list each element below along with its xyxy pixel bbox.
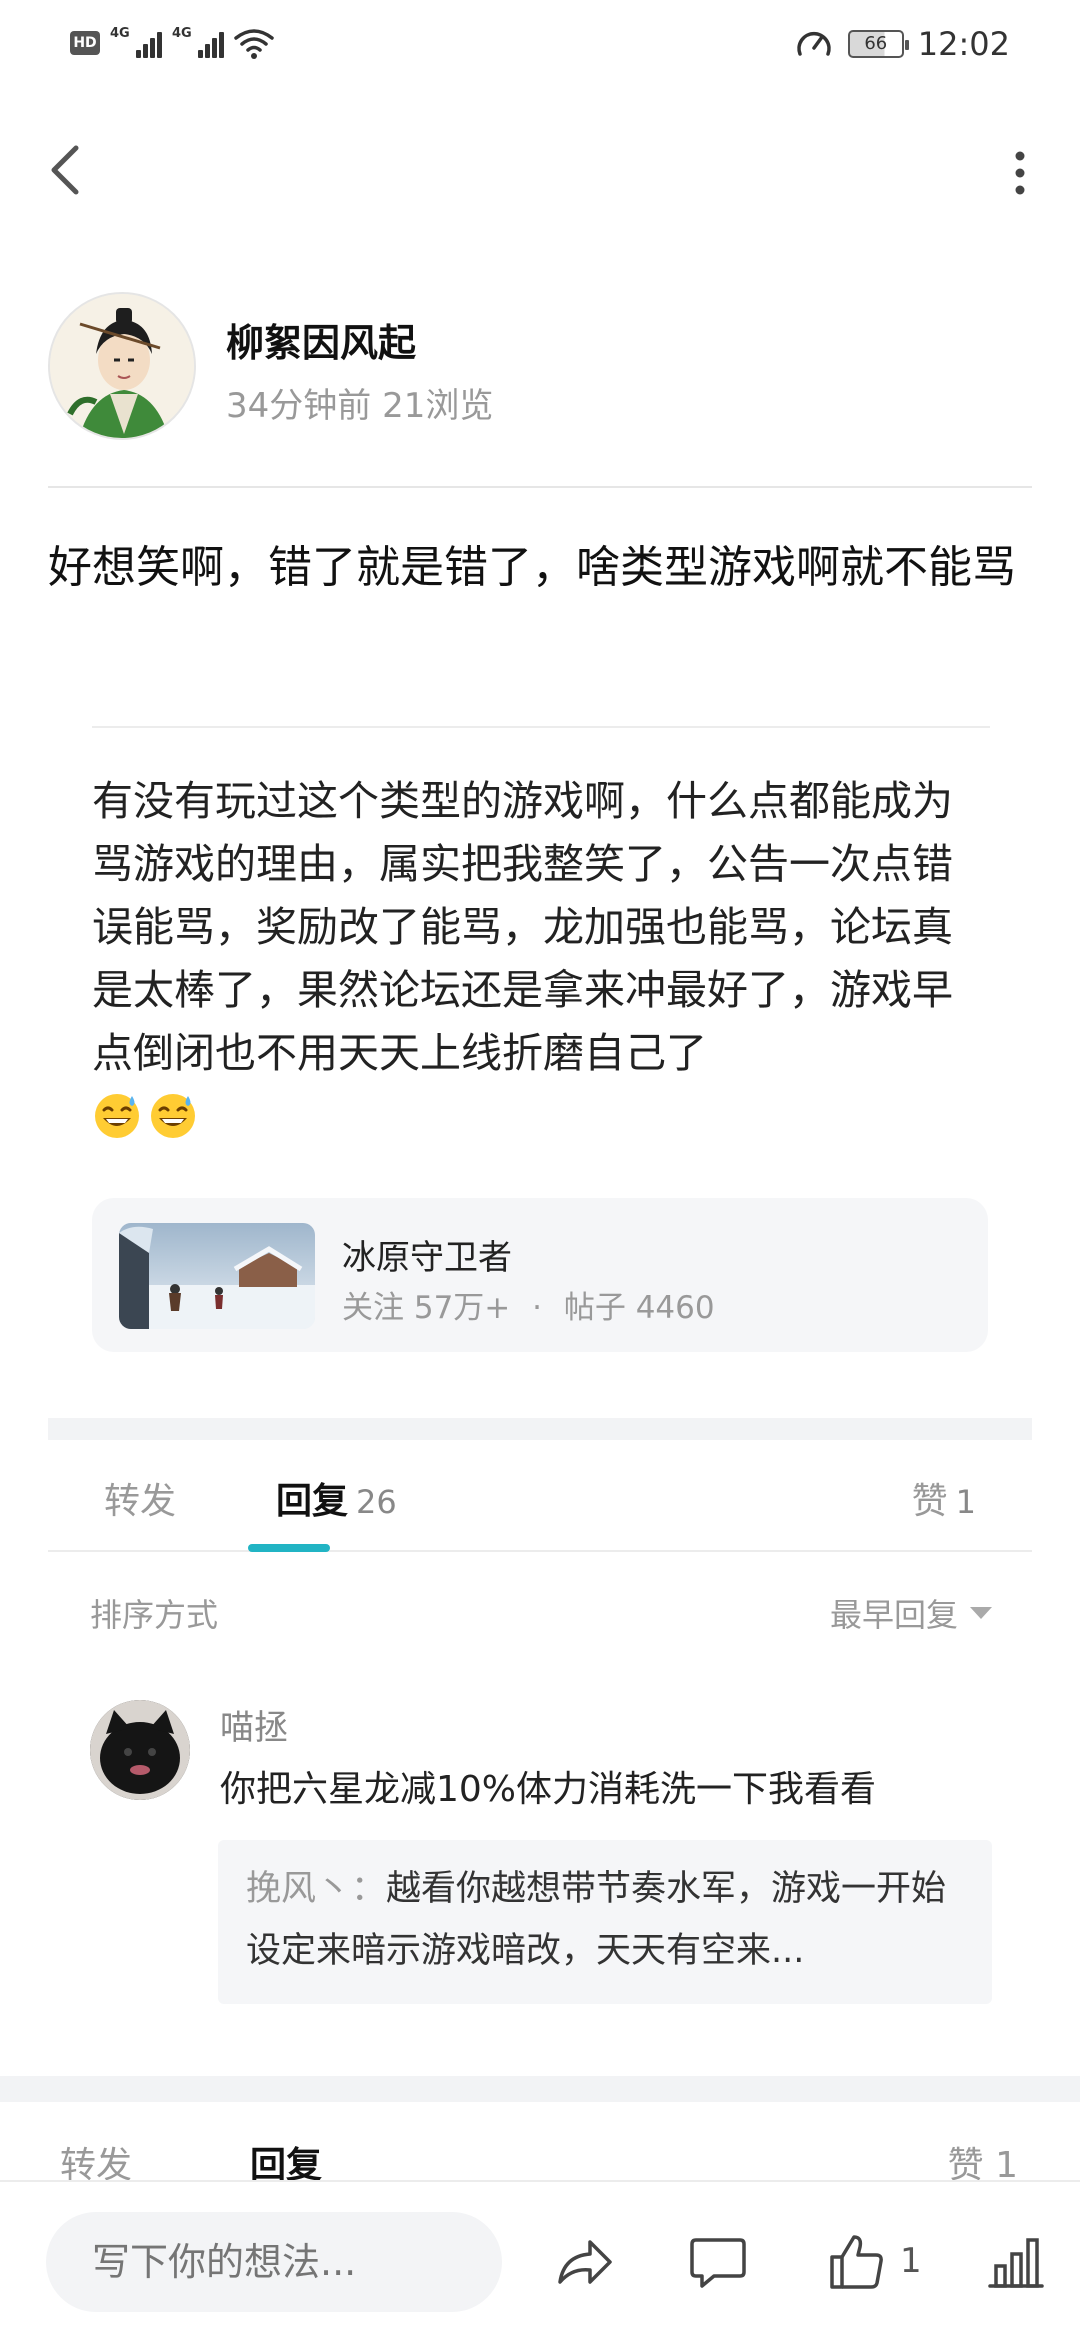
- game-name: 冰原守卫者: [342, 1238, 512, 1278]
- post-time: 34分钟前: [226, 386, 372, 426]
- share-icon[interactable]: [554, 2232, 614, 2292]
- sort-selected: 最早回复: [829, 1596, 958, 1634]
- bar-chart-icon[interactable]: [986, 2232, 1046, 2292]
- signal-sim2-icon: 4G: [172, 26, 224, 58]
- post-views: 21浏览: [382, 386, 494, 426]
- network-type-label: 4G: [110, 26, 130, 41]
- post-meta: 34分钟前 21浏览: [226, 378, 493, 427]
- author-name[interactable]: 柳絮因风起: [226, 312, 416, 367]
- tab-like-label: 赞: [911, 1481, 948, 1522]
- game-thumbnail: [119, 1223, 315, 1329]
- game-followers: 关注 57万+: [342, 1290, 511, 1326]
- top-bar: [0, 130, 1080, 210]
- tab-like[interactable]: 赞1: [912, 1472, 976, 1524]
- tab-reply-count: 26: [356, 1483, 397, 1521]
- network-type-label: 4G: [172, 26, 192, 41]
- author-avatar[interactable]: [48, 292, 196, 440]
- sort-bar: 排序方式 最早回复: [48, 1584, 1032, 1644]
- reply-author: 挽风丶：: [246, 1869, 387, 1909]
- stats-separator: ·: [532, 1290, 542, 1326]
- like-count: 1: [900, 2241, 922, 2281]
- comment-icon[interactable]: [688, 2232, 748, 2292]
- post-body: 有没有玩过这个类型的游戏啊，什么点都能成为骂游戏的理由，属实把我整笑了，公告一次…: [92, 770, 992, 1148]
- tab-reply[interactable]: 回复 26: [276, 1472, 397, 1524]
- nested-reply-preview[interactable]: 挽风丶：越看你越想带节奏水军，游戏一开始设定来暗示游戏暗改，天天有空来...: [218, 1840, 992, 2004]
- tab-reply-label: 回复: [276, 1481, 349, 1522]
- status-right: 66 12:02: [794, 24, 1010, 64]
- post-title: 好想笑啊，错了就是错了，啥类型游戏啊就不能骂: [48, 542, 1016, 593]
- active-tab-indicator: [248, 1544, 330, 1552]
- game-card[interactable]: 冰原守卫者 关注 57万+ · 帖子 4460: [92, 1198, 988, 1352]
- status-bar: HD 4G 4G 66 12:02: [0, 0, 1080, 90]
- thumbs-up-icon: [830, 2235, 883, 2289]
- caret-down-icon: [970, 1607, 992, 1619]
- section-separator: [48, 1418, 1032, 1440]
- clock: 12:02: [917, 25, 1010, 63]
- wifi-icon: [234, 29, 274, 59]
- author-header: 柳絮因风起 34分钟前 21浏览: [48, 292, 1038, 442]
- post-body-text: 有没有玩过这个类型的游戏啊，什么点都能成为骂游戏的理由，属实把我整笑了，公告一次…: [92, 777, 953, 1077]
- sort-dropdown[interactable]: 最早回复: [830, 1590, 992, 1636]
- commenter-name[interactable]: 喵拯: [220, 1700, 288, 1749]
- signal-sim1-icon: 4G: [110, 26, 162, 58]
- comment-text: 你把六星龙减10%体力消耗洗一下我看看: [220, 1769, 877, 1810]
- grin-sweat-emoji-icon: [151, 1094, 195, 1138]
- divider: [48, 486, 1032, 488]
- more-options-icon[interactable]: [1000, 148, 1040, 198]
- status-left: HD 4G 4G: [70, 26, 274, 60]
- comment-input[interactable]: [46, 2212, 502, 2312]
- tab-like-count: 1: [955, 1483, 976, 1521]
- commenter-avatar[interactable]: [90, 1700, 190, 1800]
- tab-forward[interactable]: 转发: [104, 1472, 176, 1524]
- sticky-tabs: 转发 回复 赞 1: [0, 2102, 1080, 2186]
- game-stats: 关注 57万+ · 帖子 4460: [342, 1282, 715, 1327]
- hd-badge: HD: [70, 31, 100, 55]
- section-separator: [0, 2076, 1080, 2102]
- battery-icon: 66: [847, 30, 909, 58]
- like-button[interactable]: 1: [826, 2228, 922, 2294]
- game-posts: 帖子 4460: [563, 1290, 715, 1326]
- back-arrow-icon[interactable]: [42, 140, 92, 200]
- comment-item[interactable]: 喵拯 你把六星龙减10%体力消耗洗一下我看看 挽风丶：越看你越想带节奏水军，游戏…: [90, 1700, 992, 2020]
- avatar-illustration: [50, 294, 194, 438]
- sort-label: 排序方式: [90, 1596, 219, 1634]
- bottom-action-bar: 1: [0, 2180, 1080, 2340]
- divider: [92, 726, 990, 728]
- speed-gauge-icon: [797, 31, 831, 56]
- grin-sweat-emoji-icon: [95, 1094, 139, 1138]
- interaction-tabs: 转发 回复 26 赞1: [48, 1440, 1032, 1552]
